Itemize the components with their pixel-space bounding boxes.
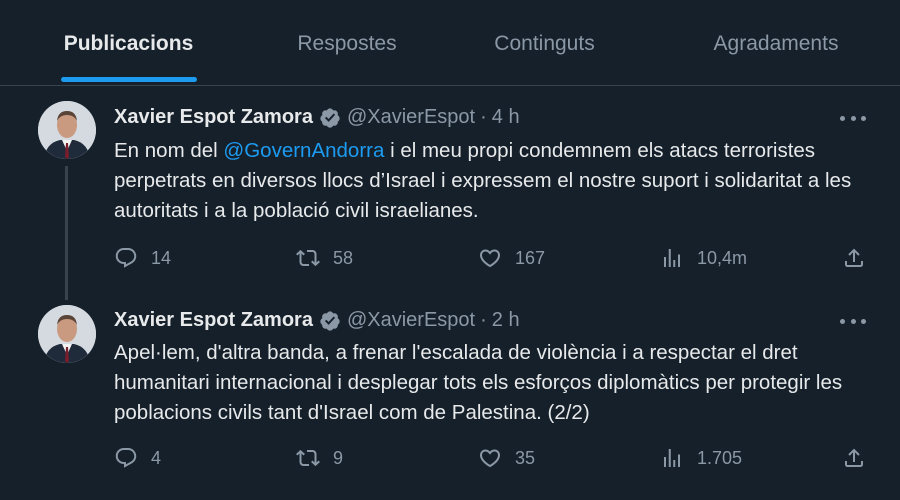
reply-button[interactable]: 14	[114, 246, 171, 270]
share-button[interactable]	[842, 446, 866, 470]
reply-button[interactable]: 4	[114, 446, 161, 470]
tab-label: Publicacions	[63, 32, 194, 55]
views-icon	[664, 449, 680, 467]
like-icon	[479, 249, 501, 268]
active-tab-indicator	[60, 77, 197, 82]
tab-respostes[interactable]: Respostes	[257, 0, 437, 86]
tab-publicacions[interactable]: Publicacions	[0, 0, 257, 86]
author-handle[interactable]: @XavierEspot	[347, 309, 475, 332]
like-count: 35	[515, 447, 536, 468]
avatar[interactable]	[38, 305, 96, 363]
thread-line	[65, 166, 68, 300]
reply-icon	[115, 448, 137, 468]
avatar[interactable]	[38, 101, 96, 159]
author-name[interactable]: Xavier Espot Zamora	[114, 106, 313, 129]
profile-tabs: Publicacions Respostes Continguts Agrada…	[0, 0, 900, 86]
views-count: 10,4m	[697, 247, 748, 268]
like-button[interactable]: 167	[478, 246, 545, 270]
tweet[interactable]: Xavier Espot Zamora @XavierEspot · 4 h E…	[0, 86, 900, 300]
author-name[interactable]: Xavier Espot Zamora	[114, 309, 313, 332]
author-handle[interactable]: @XavierEspot	[347, 106, 475, 129]
tweet-text: Apel·lem, d'altra banda, a frenar l'esca…	[114, 341, 843, 424]
share-button[interactable]	[842, 246, 866, 270]
tab-continguts[interactable]: Continguts	[437, 0, 652, 86]
verified-badge-icon	[320, 107, 340, 128]
tab-agradaments[interactable]: Agradaments	[652, 0, 900, 86]
like-icon	[479, 449, 501, 468]
verified-badge-icon	[320, 310, 340, 331]
tab-label: Respostes	[297, 32, 397, 55]
retweet-button[interactable]: 9	[296, 446, 343, 470]
tweet[interactable]: Xavier Espot Zamora @XavierEspot · 2 h A…	[0, 296, 900, 500]
reply-count: 14	[151, 247, 172, 268]
reply-icon	[115, 248, 137, 268]
tab-label: Continguts	[494, 32, 595, 55]
tweet-header: Xavier Espot Zamora @XavierEspot · 2 h	[114, 309, 520, 332]
tweet-text: En nom del @GovernAndorra i el meu propi…	[114, 136, 874, 226]
share-icon	[845, 448, 863, 467]
more-icon[interactable]	[840, 311, 866, 331]
views-icon	[664, 249, 680, 267]
views-button[interactable]: 1.705	[660, 446, 742, 470]
retweet-icon	[296, 449, 320, 467]
retweet-count: 9	[333, 447, 344, 468]
tweet-actions: 4 9 35 1.705	[114, 446, 866, 472]
like-count: 167	[515, 247, 546, 268]
like-button[interactable]: 35	[478, 446, 535, 470]
share-icon	[845, 248, 863, 267]
tab-label: Agradaments	[713, 32, 839, 55]
timestamp[interactable]: 2 h	[492, 309, 520, 332]
retweet-button[interactable]: 58	[296, 246, 353, 270]
retweet-icon	[296, 249, 320, 267]
more-icon[interactable]	[840, 108, 866, 128]
tweet-header: Xavier Espot Zamora @XavierEspot · 4 h	[114, 106, 520, 129]
separator-dot: ·	[480, 106, 487, 128]
views-count: 1.705	[697, 447, 743, 468]
reply-count: 4	[151, 447, 162, 468]
mention-link[interactable]: @GovernAndorra	[223, 139, 384, 162]
views-button[interactable]: 10,4m	[660, 246, 747, 270]
separator-dot: ·	[480, 309, 487, 331]
timestamp[interactable]: 4 h	[492, 106, 520, 129]
text-part: En nom del	[114, 139, 224, 162]
retweet-count: 58	[333, 247, 354, 268]
tweet-actions: 14 58 167 10,4m	[114, 246, 866, 272]
